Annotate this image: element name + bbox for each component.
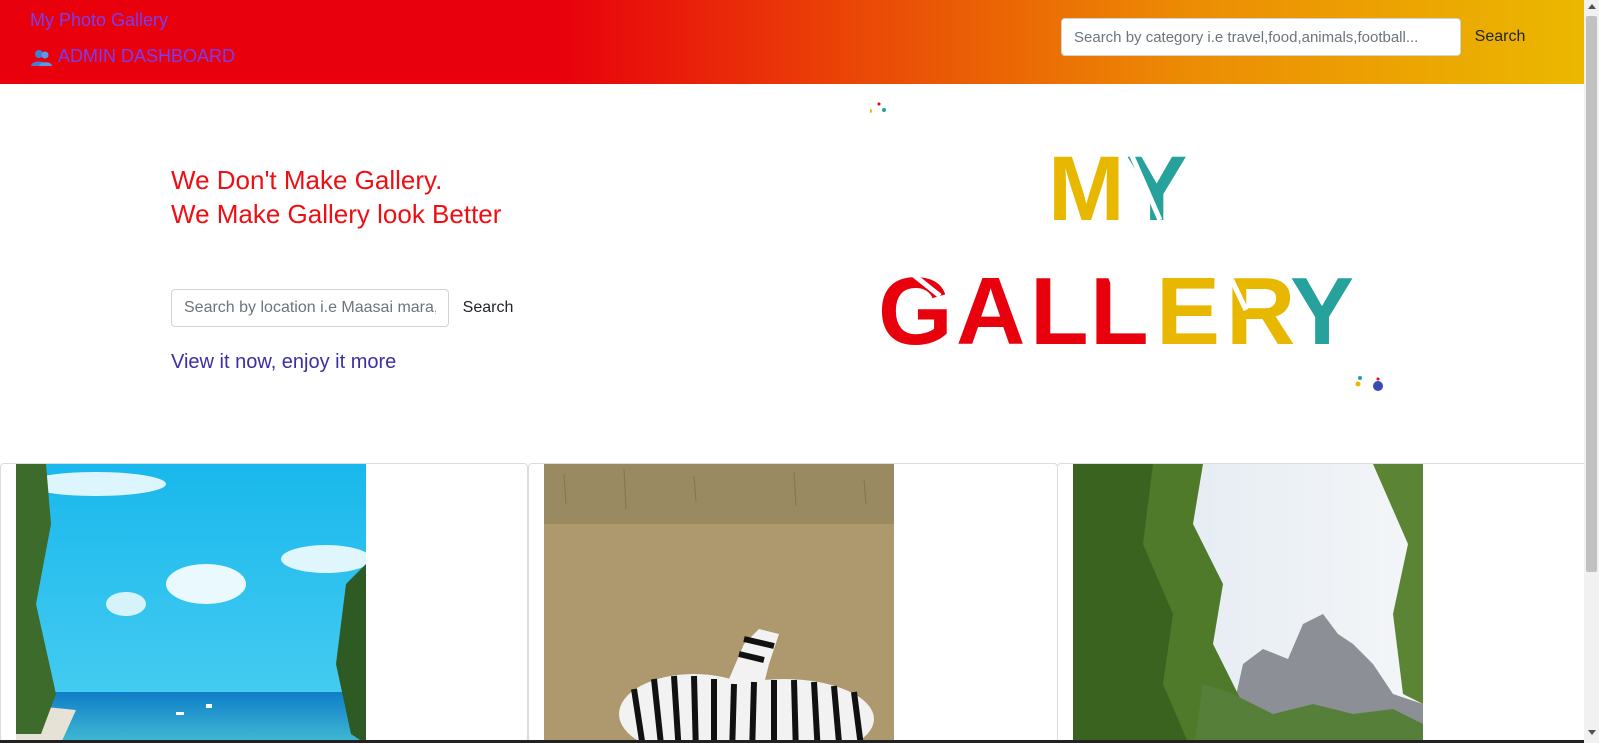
- category-search-button[interactable]: Search: [1460, 18, 1540, 56]
- svg-text:Y: Y: [1290, 258, 1354, 365]
- svg-text:R: R: [1226, 258, 1295, 365]
- navbar: My Photo Gallery ADMIN DASHBOARD Search: [0, 0, 1584, 84]
- brand-link[interactable]: My Photo Gallery: [30, 10, 168, 31]
- admin-dashboard-label: ADMIN DASHBOARD: [58, 46, 236, 66]
- scroll-down-arrow-icon[interactable]: [1588, 730, 1596, 735]
- hero-heading-line1: We Don't Make Gallery.: [171, 165, 443, 195]
- zebras-photo[interactable]: [544, 464, 894, 743]
- hero-tagline-link[interactable]: View it now, enjoy it more: [171, 351, 396, 374]
- svg-text:M: M: [1048, 138, 1121, 240]
- scroll-up-arrow-icon[interactable]: [1588, 4, 1596, 9]
- svg-text:Y: Y: [1126, 138, 1187, 240]
- my-gallery-logo: M Y G A L L E R Y: [858, 96, 1430, 406]
- location-search-button[interactable]: Search: [453, 289, 523, 327]
- photo-card[interactable]: [1057, 463, 1590, 743]
- svg-text:L: L: [1030, 258, 1089, 365]
- scrollbar-thumb[interactable]: [1586, 16, 1597, 572]
- forest-mountains-photo[interactable]: [1073, 464, 1423, 743]
- hero-heading-line2: We Make Gallery look Better: [171, 199, 502, 229]
- photo-card[interactable]: [528, 463, 1058, 743]
- category-search-input[interactable]: [1061, 18, 1461, 56]
- photo-card[interactable]: [0, 463, 528, 743]
- beach-photo[interactable]: [16, 464, 366, 743]
- page: My Photo Gallery ADMIN DASHBOARD Search …: [0, 0, 1599, 743]
- svg-text:A: A: [956, 258, 1025, 365]
- svg-text:L: L: [1090, 258, 1149, 365]
- vertical-scrollbar[interactable]: [1584, 0, 1599, 743]
- admin-dashboard-link[interactable]: ADMIN DASHBOARD: [30, 46, 235, 67]
- svg-text:E: E: [1156, 258, 1220, 365]
- users-icon: [30, 47, 54, 67]
- location-search-input[interactable]: [171, 289, 449, 327]
